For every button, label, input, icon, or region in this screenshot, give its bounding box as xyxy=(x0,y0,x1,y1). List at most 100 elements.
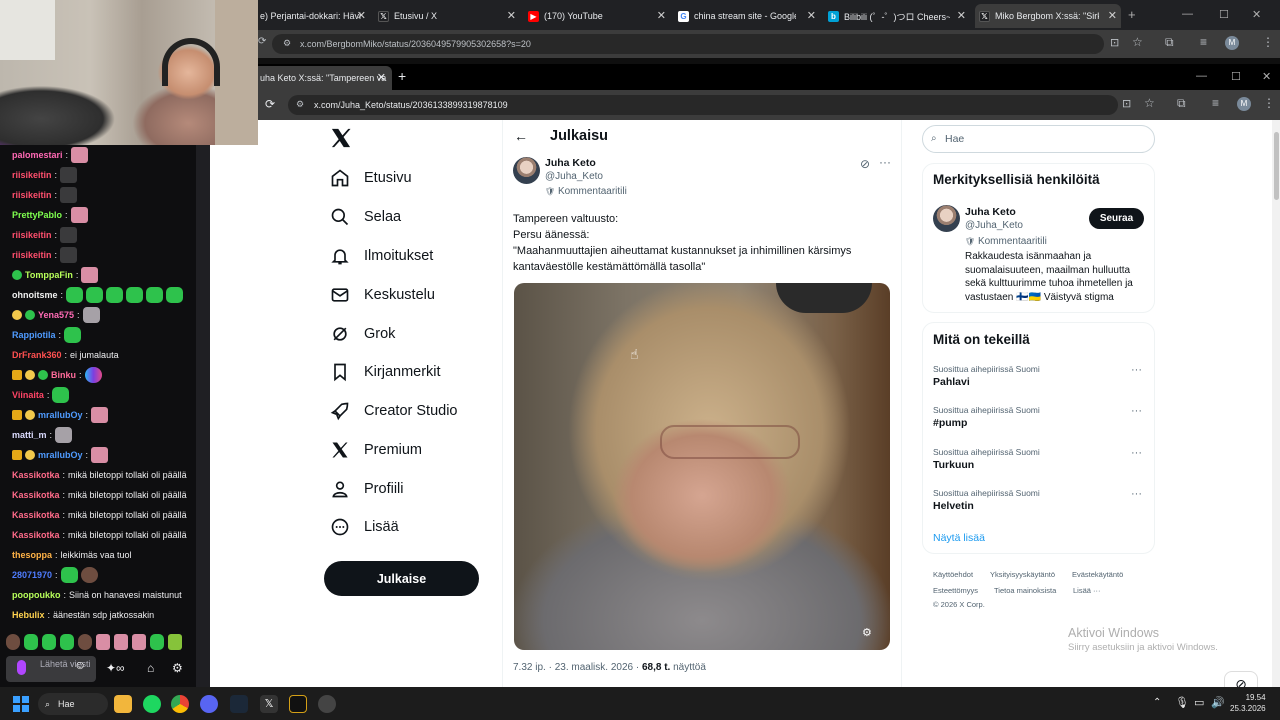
taskbar-search[interactable]: ⌕ Hae xyxy=(38,693,108,715)
emote-icon[interactable] xyxy=(60,634,74,650)
bookmark-star-icon[interactable]: ☆ xyxy=(1144,96,1155,110)
volume-icon[interactable]: 🔊 xyxy=(1211,696,1225,709)
chat-username[interactable]: riisikeitin xyxy=(12,250,52,260)
nav-notifications[interactable]: Ilmoitukset xyxy=(330,241,433,271)
emote-icon[interactable] xyxy=(42,634,56,650)
chat-username[interactable]: Yena575 xyxy=(38,310,74,320)
back-tab-5[interactable]: b Bilibili (゜-゜)つロ Cheers~ -bili ✕ xyxy=(828,4,970,28)
chat-username[interactable]: palomestari xyxy=(12,150,63,160)
follow-button[interactable]: Seuraa xyxy=(1089,208,1144,229)
new-tab-icon[interactable]: + xyxy=(1128,7,1136,22)
more-options-icon[interactable]: ··· xyxy=(1131,405,1142,417)
chat-username[interactable]: riisikeitin xyxy=(12,190,52,200)
back-reload-icon[interactable]: ⟳ xyxy=(258,36,266,47)
back-tab-3[interactable]: ▶ (170) YouTube ✕ xyxy=(528,4,670,28)
close-icon[interactable]: ✕ xyxy=(957,9,966,22)
back-tab-1[interactable]: e) Perjantai-dokkari: Hävi ✕ xyxy=(260,4,370,28)
footer-link[interactable]: Lisää ··· xyxy=(1073,586,1101,595)
footer-link[interactable]: Esteettömyys xyxy=(933,586,978,595)
author-name[interactable]: Juha Keto xyxy=(545,157,596,169)
footer-link[interactable]: Käyttöehdot xyxy=(933,570,973,579)
author-handle[interactable]: @Juha_Keto xyxy=(545,171,603,182)
network-icon[interactable]: ▭ xyxy=(1194,696,1204,709)
chat-username[interactable]: ohnoitsme xyxy=(12,290,58,300)
emote-icon[interactable] xyxy=(114,634,128,650)
site-info-icon[interactable]: ⚙ xyxy=(296,99,304,110)
show-more-link[interactable]: Näytä lisää xyxy=(933,532,985,544)
trend-name[interactable]: Helvetin xyxy=(933,500,974,512)
emote-icon[interactable] xyxy=(6,634,20,650)
chat-username[interactable]: Kassikotka xyxy=(12,470,60,480)
page-scrollbar[interactable] xyxy=(1272,120,1280,687)
emote-icon[interactable] xyxy=(132,634,146,650)
chat-username[interactable]: PrettyPablo xyxy=(12,210,62,220)
more-options-icon[interactable]: ··· xyxy=(1131,364,1142,376)
close-icon[interactable]: ✕ xyxy=(357,9,366,22)
trend-name[interactable]: Pahlavi xyxy=(933,376,970,388)
close-window-icon[interactable]: ✕ xyxy=(1262,70,1271,83)
nav-more[interactable]: Lisää xyxy=(330,512,399,542)
back-tab-6-active[interactable]: 𝕏 Miko Bergbom X:ssä: "Sirkuk ✕ xyxy=(975,4,1121,28)
chat-username[interactable]: TomppaFin xyxy=(25,270,73,280)
chat-username[interactable]: riisikeitin xyxy=(12,230,52,240)
chevron-up-icon[interactable]: ⌃ xyxy=(1153,697,1161,708)
media-settings-icon[interactable]: ⚙ xyxy=(862,626,872,639)
install-app-icon[interactable]: ⊡ xyxy=(1110,36,1119,49)
maximize-icon[interactable]: ☐ xyxy=(1231,70,1241,83)
chat-username[interactable]: Viinaita xyxy=(12,390,44,400)
media-controls-icon[interactable]: ≡ xyxy=(1200,35,1207,49)
suggested-user-handle[interactable]: @Juha_Keto xyxy=(965,220,1023,231)
back-tab-4[interactable]: G china stream site - Google-h ✕ xyxy=(678,4,820,28)
front-url-field[interactable]: x.com/Juha_Keto/status/20361338993198781… xyxy=(288,95,1118,115)
file-explorer-icon[interactable] xyxy=(114,695,132,713)
back-url-field[interactable]: x.com/BergbomMiko/status/203604957990530… xyxy=(272,34,1104,54)
more-options-icon[interactable]: ··· xyxy=(1131,447,1142,459)
scrollbar-thumb[interactable] xyxy=(1274,132,1279,200)
chat-username[interactable]: riisikeitin xyxy=(12,170,52,180)
chat-username[interactable]: poopoukko xyxy=(12,590,61,600)
nav-bookmarks[interactable]: Kirjanmerkit xyxy=(330,357,441,387)
emote-icon[interactable] xyxy=(168,634,182,650)
chat-username[interactable]: mrallubOy xyxy=(38,410,83,420)
minimize-icon[interactable]: — xyxy=(1182,8,1193,20)
close-icon[interactable]: ✕ xyxy=(507,9,516,22)
extensions-icon[interactable]: ⧉ xyxy=(1177,96,1186,111)
author-avatar[interactable] xyxy=(513,157,540,184)
nav-explore[interactable]: Selaa xyxy=(330,202,401,232)
trend-name[interactable]: Turkuun xyxy=(933,459,974,471)
profile-avatar-icon[interactable]: M xyxy=(1225,36,1239,50)
spotify-icon[interactable] xyxy=(143,695,161,713)
close-icon[interactable]: ✕ xyxy=(807,9,816,22)
menu-kebab-icon[interactable]: ⋮ xyxy=(1262,35,1274,49)
chat-username[interactable]: DrFrank360 xyxy=(12,350,62,360)
grok-icon[interactable]: ⊘ xyxy=(860,157,870,171)
nav-messages[interactable]: Keskustelu xyxy=(330,280,435,310)
x-logo-icon[interactable]: 𝕏 xyxy=(260,695,278,713)
footer-link[interactable]: Yksityisyyskäytäntö xyxy=(990,570,1055,579)
footer-link[interactable]: Tietoa mainoksista xyxy=(994,586,1056,595)
nav-premium[interactable]: Premium xyxy=(330,435,422,465)
settings-gear-icon[interactable]: ⚙ xyxy=(172,661,183,675)
footer-link[interactable]: Evästekäytäntö xyxy=(1072,570,1123,579)
close-icon[interactable]: ✕ xyxy=(1108,9,1117,22)
post-button[interactable]: Julkaise xyxy=(324,561,479,596)
taskbar-clock[interactable]: 19.54 25.3.2026 xyxy=(1230,692,1266,714)
bits-icon[interactable]: ✦∞ xyxy=(106,661,125,675)
chat-username[interactable]: thesoppa xyxy=(12,550,52,560)
chat-username[interactable]: Kassikotka xyxy=(12,510,60,520)
install-app-icon[interactable]: ⊡ xyxy=(1122,97,1131,110)
chat-username[interactable]: Kassikotka xyxy=(12,530,60,540)
back-arrow-icon[interactable]: ← xyxy=(514,128,528,144)
nav-grok[interactable]: Grok xyxy=(330,319,395,349)
close-icon[interactable]: ✕ xyxy=(657,9,666,22)
extensions-icon[interactable]: ⧉ xyxy=(1165,35,1174,50)
store-icon[interactable]: ⌂ xyxy=(147,661,154,675)
chat-username[interactable]: mrallubOy xyxy=(38,450,83,460)
chat-username[interactable]: Binku xyxy=(51,370,76,380)
emote-icon[interactable] xyxy=(96,634,110,650)
search-input[interactable]: ⌕ Hae xyxy=(922,125,1155,153)
nav-creator-studio[interactable]: Creator Studio xyxy=(330,396,458,426)
x-logo-icon[interactable] xyxy=(330,128,352,148)
new-tab-icon[interactable]: + xyxy=(398,68,406,84)
emote-icon[interactable] xyxy=(78,634,92,650)
